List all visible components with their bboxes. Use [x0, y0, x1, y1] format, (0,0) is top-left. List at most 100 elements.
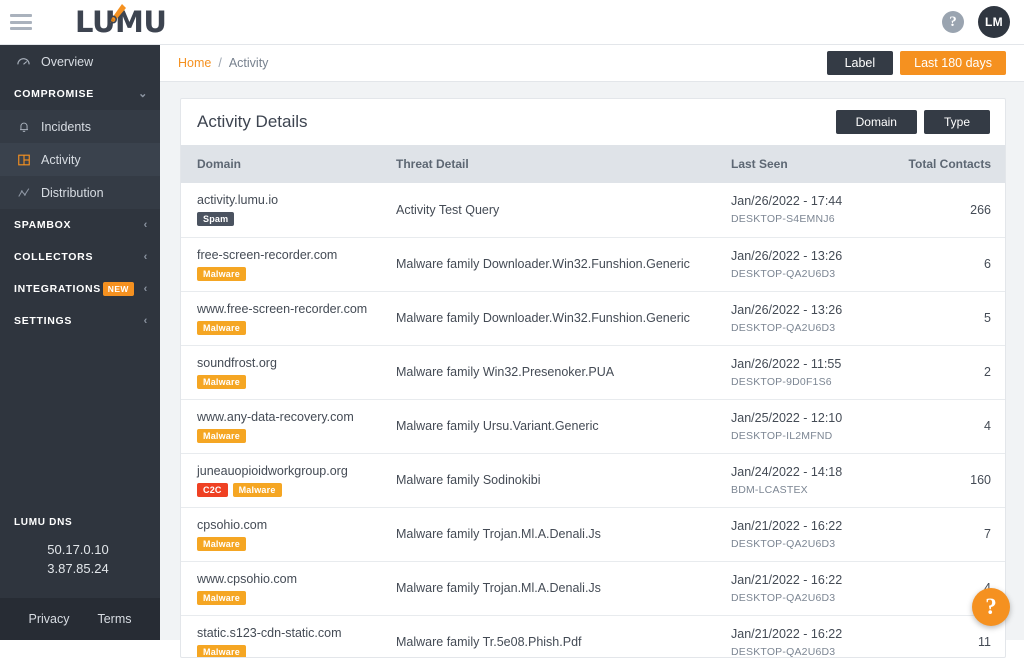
- main-content: Home / Activity Label Last 180 days Acti…: [160, 45, 1024, 640]
- breadcrumb-actions: Label Last 180 days: [827, 51, 1006, 75]
- sidebar-section-settings[interactable]: SETTINGS ‹: [0, 305, 160, 337]
- total-contacts-value: 4: [984, 419, 991, 433]
- sidebar-item-label: Activity: [41, 153, 81, 167]
- sidebar-item-overview[interactable]: Overview: [0, 45, 160, 78]
- sidebar-section-integrations[interactable]: INTEGRATIONS NEW ‹: [0, 273, 160, 305]
- last-seen-date: Jan/26/2022 - 13:26: [731, 303, 901, 317]
- table-row[interactable]: soundfrost.orgMalwareMalware family Win3…: [181, 345, 1006, 399]
- badge-group: C2CMalware: [197, 483, 396, 497]
- cell-total-contacts: 4: [901, 399, 1006, 453]
- cell-domain: juneauopioidworkgroup.org C2CMalware: [181, 453, 396, 507]
- total-contacts-value: 5: [984, 311, 991, 325]
- cell-last-seen: Jan/21/2022 - 16:22DESKTOP-QA2U6D3: [731, 615, 901, 658]
- sidebar-section-compromise[interactable]: COMPROMISE ⌄: [0, 78, 160, 110]
- last-seen-host: DESKTOP-S4EMNJ6: [731, 213, 901, 225]
- help-icon[interactable]: ?: [942, 11, 964, 33]
- threat-detail-text: Malware family Downloader.Win32.Funshion…: [396, 311, 690, 325]
- sidebar: Overview COMPROMISE ⌄ Incidents Activity: [0, 45, 160, 640]
- sidebar-section-label: INTEGRATIONS: [14, 283, 101, 295]
- cell-threat-detail: Malware family Tr.5e08.Phish.Pdf: [396, 615, 731, 658]
- table-row[interactable]: static.s123-cdn-static.com Malware Malware…: [181, 615, 1006, 658]
- type-filter-button[interactable]: Type: [924, 110, 990, 134]
- last-seen-host: DESKTOP-QA2U6D3: [731, 322, 901, 334]
- table-row[interactable]: juneauopioidworkgroup.orgC2CMalwareMalwa…: [181, 453, 1006, 507]
- terms-link[interactable]: Terms: [97, 612, 131, 626]
- table-row[interactable]: www.any-data-recovery.comMalwareMalware …: [181, 399, 1006, 453]
- chevron-left-icon: ‹: [144, 220, 148, 231]
- last-seen-host: DESKTOP-IL2MFND: [731, 430, 901, 442]
- status-badge: Malware: [197, 537, 246, 551]
- domain-filter-button[interactable]: Domain: [836, 110, 917, 134]
- status-badge: Malware: [197, 321, 246, 335]
- badge-group: Malware: [197, 321, 396, 335]
- breadcrumb-current: Activity: [229, 56, 269, 70]
- table-row[interactable]: activity.lumu.ioSpamActivity Test QueryJ…: [181, 183, 1006, 237]
- cell-threat-detail: Malware family Trojan.Ml.A.Denali.Js: [396, 561, 731, 615]
- table-row[interactable]: www.cpsohio.com Malware Malware family Tro…: [181, 561, 1006, 615]
- label-button[interactable]: Label: [827, 51, 894, 75]
- status-badge: Malware: [197, 645, 246, 658]
- cell-threat-detail: Malware family Trojan.Ml.A.Denali.Js: [396, 507, 731, 561]
- avatar[interactable]: LM: [978, 6, 1010, 38]
- column-header-last-seen[interactable]: Last Seen: [731, 145, 901, 183]
- sidebar-item-activity[interactable]: Activity: [0, 143, 160, 176]
- last-seen-host: DESKTOP-QA2U6D3: [731, 538, 901, 550]
- badge-group: Malware: [197, 267, 396, 281]
- table-row[interactable]: www.free-screen-recorder.comMalwareMalwa…: [181, 291, 1006, 345]
- table-row[interactable]: free-screen-recorder.comMalwareMalware f…: [181, 237, 1006, 291]
- total-contacts-value: 7: [984, 527, 991, 541]
- lumu-dns-title: LUMU DNS: [14, 517, 160, 528]
- lumu-dns-address: 50.17.0.10: [14, 540, 160, 559]
- cell-total-contacts: 160: [901, 453, 1006, 507]
- column-header-total-contacts[interactable]: Total Contacts: [901, 145, 1006, 183]
- column-header-threat-detail[interactable]: Threat Detail: [396, 145, 731, 183]
- last-seen-host: BDM-LCASTEX: [731, 484, 901, 496]
- breadcrumb-separator: /: [218, 56, 221, 70]
- table-row[interactable]: cpsohio.comMalwareMalware family Trojan.…: [181, 507, 1006, 561]
- activity-table: Domain Threat Detail Last Seen Total Con…: [181, 145, 1006, 658]
- sidebar-item-label: Overview: [41, 55, 93, 69]
- card-header-actions: Domain Type: [836, 110, 990, 134]
- breadcrumb-home[interactable]: Home: [178, 56, 211, 70]
- sidebar-item-incidents[interactable]: Incidents: [0, 110, 160, 143]
- domain-name: static.s123-cdn-static.com: [197, 626, 396, 640]
- sidebar-footer: Privacy Terms: [0, 598, 160, 640]
- column-header-domain[interactable]: Domain: [181, 145, 396, 183]
- cell-domain: soundfrost.orgMalware: [181, 345, 396, 399]
- cell-total-contacts: 5: [901, 291, 1006, 345]
- top-bar-actions: ? LM: [942, 6, 1010, 38]
- cell-threat-detail: Malware family Ursu.Variant.Generic: [396, 399, 731, 453]
- sidebar-section-spambox[interactable]: SPAMBOX ‹: [0, 209, 160, 241]
- chevron-down-icon: ⌄: [138, 89, 148, 100]
- sidebar-section-collectors[interactable]: COLLECTORS ‹: [0, 241, 160, 273]
- help-fab-button[interactable]: ?: [972, 588, 1010, 626]
- sidebar-item-distribution[interactable]: Distribution: [0, 176, 160, 209]
- status-badge: Malware: [197, 591, 246, 605]
- cell-threat-detail: Activity Test Query: [396, 183, 731, 237]
- sidebar-section-label: COLLECTORS: [14, 251, 93, 263]
- status-badge: Malware: [197, 267, 246, 281]
- sidebar-item-label: Incidents: [41, 120, 91, 134]
- last-seen-date: Jan/25/2022 - 12:10: [731, 411, 901, 425]
- chevron-left-icon: ‹: [144, 316, 148, 327]
- breadcrumb-bar: Home / Activity Label Last 180 days: [160, 45, 1024, 82]
- card-header: Activity Details Domain Type: [181, 99, 1005, 145]
- domain-name: activity.lumu.io: [197, 193, 396, 207]
- domain-name: juneauopioidworkgroup.org: [197, 464, 396, 478]
- status-badge: C2C: [197, 483, 228, 497]
- date-range-button[interactable]: Last 180 days: [900, 51, 1006, 75]
- cell-last-seen: Jan/26/2022 - 11:55DESKTOP-9D0F1S6: [731, 345, 901, 399]
- bell-icon: [16, 119, 31, 134]
- last-seen-date: Jan/26/2022 - 11:55: [731, 357, 901, 371]
- privacy-link[interactable]: Privacy: [28, 612, 69, 626]
- cell-total-contacts: 266: [901, 183, 1006, 237]
- app-logo[interactable]: LUMU: [75, 0, 166, 45]
- domain-name: www.cpsohio.com: [197, 572, 396, 586]
- status-badge: Malware: [197, 375, 246, 389]
- hamburger-icon[interactable]: [10, 14, 32, 30]
- table-header: Domain Threat Detail Last Seen Total Con…: [181, 145, 1006, 183]
- threat-detail-text: Malware family Trojan.Ml.A.Denali.Js: [396, 581, 601, 595]
- threat-detail-text: Malware family Win32.Presenoker.PUA: [396, 365, 614, 379]
- badge-group: Spam: [197, 212, 396, 226]
- status-badge: Malware: [197, 429, 246, 443]
